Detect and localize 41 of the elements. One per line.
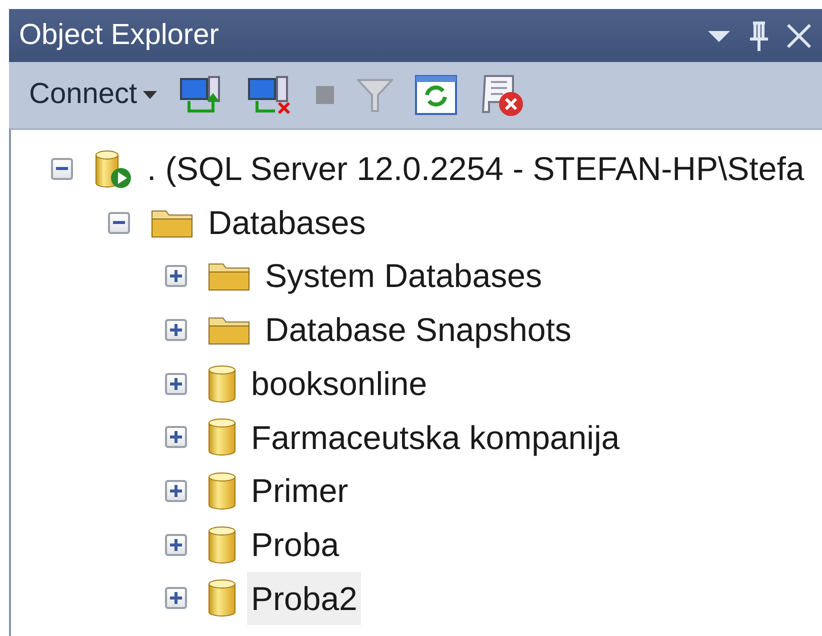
tree-item[interactable]: System Databases	[261, 249, 546, 303]
plus-icon	[170, 538, 182, 551]
refresh-icon[interactable]	[415, 75, 458, 115]
tree-item[interactable]: booksonline	[247, 356, 432, 410]
plus-icon	[170, 484, 182, 497]
scroll-x-icon[interactable]	[479, 72, 526, 118]
expand-toggle[interactable]	[165, 372, 187, 395]
tree-item[interactable]: Proba2	[247, 572, 362, 626]
tree-item[interactable]: Database Snapshots	[261, 303, 576, 357]
plus-icon	[170, 324, 182, 336]
minus-icon	[56, 167, 68, 170]
tree-item[interactable]: Proba	[247, 518, 344, 572]
collapse-toggle[interactable]	[51, 158, 73, 180]
plus-icon	[170, 592, 182, 604]
dropdown-caret-icon[interactable]	[708, 28, 730, 42]
expand-toggle[interactable]	[165, 426, 187, 448]
minus-icon	[113, 221, 125, 224]
server-icon	[93, 148, 133, 189]
expand-toggle[interactable]	[165, 318, 187, 341]
expand-toggle[interactable]	[165, 587, 187, 610]
tree-item[interactable]: Primer	[247, 464, 352, 518]
close-icon[interactable]	[786, 22, 812, 48]
database-icon	[207, 364, 237, 404]
tree-item[interactable]: Farmaceutska kompanija	[247, 410, 624, 464]
database-icon	[207, 470, 237, 511]
connect-button[interactable]: Connect	[29, 73, 158, 117]
plus-icon	[170, 270, 182, 282]
window-title: Object Explorer	[19, 18, 220, 53]
plus-icon	[170, 378, 182, 390]
database-icon	[207, 524, 237, 565]
tree-item[interactable]: . (SQL Server 12.0.2254 - STEFAN-HP\Stefa	[143, 142, 808, 196]
expand-toggle[interactable]	[165, 480, 187, 502]
expand-toggle[interactable]	[165, 534, 187, 556]
pin-icon[interactable]	[750, 20, 768, 50]
plus-icon	[170, 431, 182, 444]
database-icon	[207, 578, 237, 618]
expand-toggle[interactable]	[165, 265, 187, 288]
collapse-toggle[interactable]	[108, 212, 130, 234]
caret-icon	[143, 91, 158, 99]
database-icon	[207, 417, 237, 458]
tree-item[interactable]: Databases	[204, 196, 370, 250]
